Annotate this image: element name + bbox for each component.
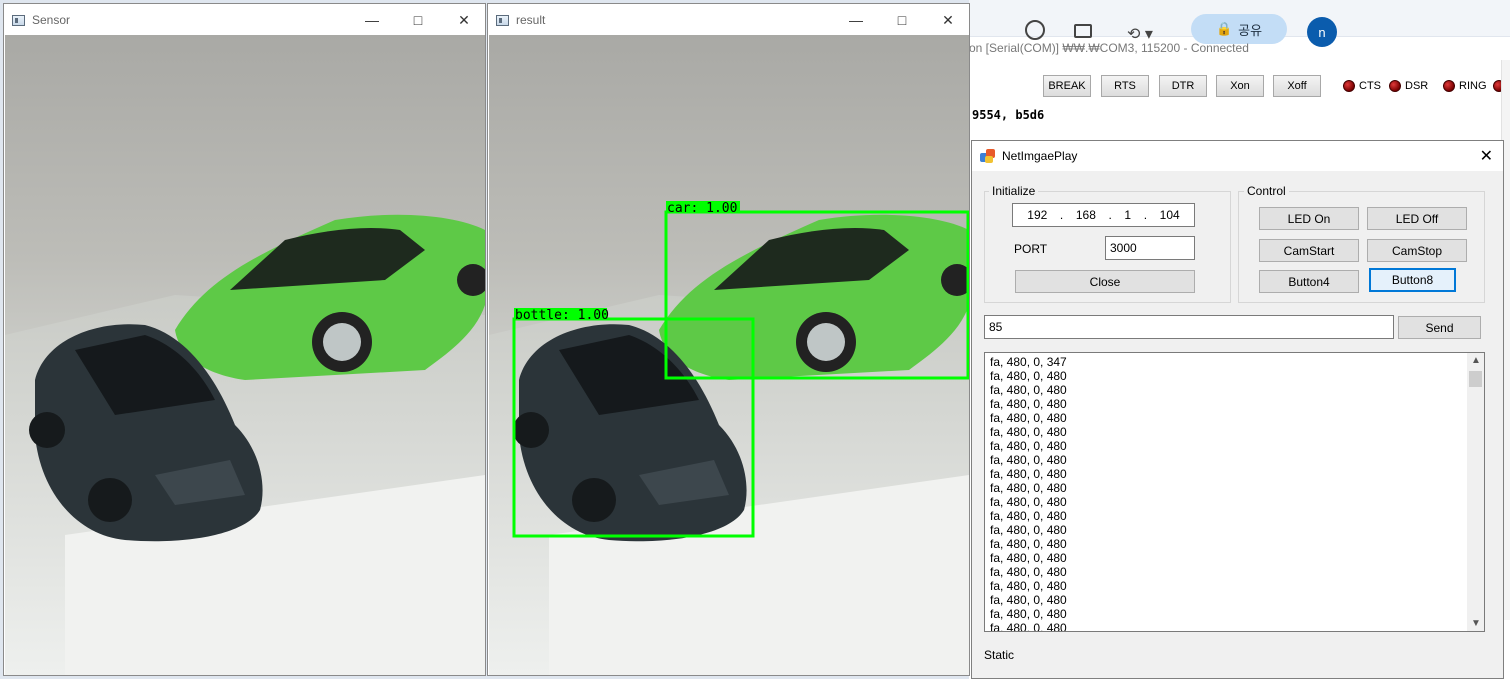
close-button[interactable]: ✕ [925, 4, 969, 36]
window-app-icon [12, 14, 25, 26]
netimgaeplay-dialog: NetImgaePlay ✕ Initialize 192. 168. 1. 1… [971, 140, 1504, 679]
history-icon[interactable] [1025, 20, 1045, 40]
close-button[interactable]: Close [1015, 270, 1195, 293]
terminal-xon-button[interactable]: Xon [1216, 75, 1264, 97]
initialize-group-label: Initialize [989, 184, 1039, 198]
receive-log-list[interactable]: fa, 480, 0, 347 fa, 480, 0, 480 fa, 480, 0… [984, 352, 1485, 632]
dsr-led-icon [1389, 80, 1401, 92]
notes-icon[interactable] [1074, 24, 1092, 38]
button8[interactable]: Button8 [1369, 268, 1456, 292]
cts-led-icon [1343, 80, 1355, 92]
dialog-titlebar: NetImgaePlay ✕ [972, 141, 1503, 171]
control-group-label: Control [1244, 184, 1289, 198]
ip-octet-1[interactable]: 192 [1027, 208, 1047, 222]
sensor-camera-image [5, 214, 485, 675]
terminal-break-button[interactable]: BREAK [1043, 75, 1091, 97]
led-off-button[interactable]: LED Off [1367, 207, 1467, 230]
log-line: fa, 480, 0, 480 [990, 537, 1067, 551]
scroll-up-icon[interactable]: ▲ [1471, 355, 1481, 366]
maximize-button[interactable]: □ [879, 4, 925, 36]
sensor-camera-feed [5, 35, 485, 675]
log-line: fa, 480, 0, 480 [990, 369, 1067, 383]
car-detection-label: car: 1.00 [667, 201, 737, 216]
log-line: fa, 480, 0, 480 [990, 523, 1067, 537]
send-input[interactable]: 85 [984, 315, 1394, 339]
log-line: fa, 480, 0, 480 [990, 579, 1067, 593]
led-on-button[interactable]: LED On [1259, 207, 1359, 230]
close-icon[interactable]: ✕ [1480, 146, 1493, 166]
terminal-top-strip: ⟲ ▾ 🔒 공유 n [969, 0, 1510, 47]
log-line: fa, 480, 0, 480 [990, 439, 1067, 453]
minimize-button[interactable]: — [349, 4, 395, 36]
camstart-button[interactable]: CamStart [1259, 239, 1359, 262]
scroll-down-icon[interactable]: ▼ [1471, 618, 1481, 629]
terminal-dtr-button[interactable]: DTR [1159, 75, 1207, 97]
dsr-led-label: DSR [1405, 80, 1429, 92]
result-titlebar: result — □ ✕ [488, 4, 969, 36]
log-line: fa, 480, 0, 480 [990, 425, 1067, 439]
scroll-thumb[interactable] [1469, 371, 1482, 387]
log-line: fa, 480, 0, 480 [990, 565, 1067, 579]
log-line: fa, 480, 0, 480 [990, 593, 1067, 607]
ring-led-label: RING [1459, 80, 1487, 92]
dialog-title: NetImgaePlay [1002, 149, 1078, 163]
window-app-icon [496, 14, 509, 26]
bottle-detection-label: bottle: 1.00 [515, 308, 609, 323]
button4[interactable]: Button4 [1259, 270, 1359, 293]
log-scrollbar[interactable]: ▲ ▼ [1467, 353, 1484, 631]
port-label: PORT [1014, 242, 1048, 256]
terminal-last-line: 9554, b5d6 [972, 108, 1045, 122]
ip-octet-2[interactable]: 168 [1076, 208, 1096, 222]
terminal-xoff-button[interactable]: Xoff [1273, 75, 1321, 97]
ip-address-field[interactable]: 192. 168. 1. 104 [1012, 203, 1195, 227]
window-title: result [516, 13, 546, 27]
static-label: Static [984, 648, 1015, 662]
share-label: 공유 [1238, 22, 1263, 38]
window-title: Sensor [32, 13, 71, 27]
log-line: fa, 480, 0, 480 [990, 383, 1067, 397]
result-camera-image: car: 1.00 bottle: 1.00 [489, 201, 969, 675]
maximize-button[interactable]: □ [395, 4, 441, 36]
camstop-button[interactable]: CamStop [1367, 239, 1467, 262]
minimize-button[interactable]: — [833, 4, 879, 36]
log-line: fa, 480, 0, 347 [990, 355, 1067, 369]
log-line: fa, 480, 0, 480 [990, 607, 1067, 621]
lock-icon: 🔒 [1215, 21, 1233, 36]
result-window: result — □ ✕ car: 1.00 bottle: 1.00 [487, 3, 970, 676]
share-button[interactable]: 🔒 공유 [1191, 14, 1287, 44]
log-line: fa, 480, 0, 480 [990, 509, 1067, 523]
sensor-window: Sensor — □ ✕ [3, 3, 486, 676]
log-line: fa, 480, 0, 480 [990, 453, 1067, 467]
log-line: fa, 480, 0, 480 [990, 467, 1067, 481]
ip-octet-4[interactable]: 104 [1160, 208, 1180, 222]
cts-led-label: CTS [1359, 80, 1381, 92]
log-line: fa, 480, 0, 480 [990, 397, 1067, 411]
receive-log-lines: fa, 480, 0, 347 fa, 480, 0, 480 fa, 480, 0… [990, 355, 1067, 632]
terminal-rts-button[interactable]: RTS [1101, 75, 1149, 97]
sensor-titlebar: Sensor — □ ✕ [4, 4, 485, 36]
log-line: fa, 480, 0, 480 [990, 551, 1067, 565]
result-camera-feed: car: 1.00 bottle: 1.00 [489, 35, 969, 675]
log-line: fa, 480, 0, 480 [990, 621, 1067, 632]
log-line: fa, 480, 0, 480 [990, 481, 1067, 495]
connection-status: on [Serial(COM)] ₩₩.₩COM3, 115200 - Conn… [969, 41, 1249, 55]
close-button[interactable]: ✕ [441, 4, 485, 36]
avatar[interactable]: n [1307, 17, 1337, 47]
app-icon [980, 148, 996, 164]
log-line: fa, 480, 0, 480 [990, 411, 1067, 425]
port-input[interactable]: 3000 [1105, 236, 1195, 260]
log-line: fa, 480, 0, 480 [990, 495, 1067, 509]
send-button[interactable]: Send [1398, 316, 1481, 339]
ring-led-icon [1443, 80, 1455, 92]
ip-octet-3[interactable]: 1 [1124, 208, 1131, 222]
